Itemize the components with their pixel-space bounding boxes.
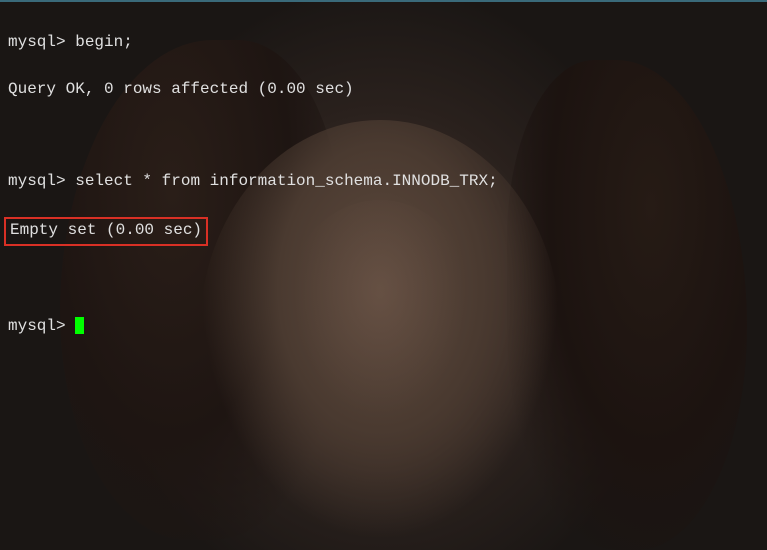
- terminal-line-2: Query OK, 0 rows affected (0.00 sec): [8, 78, 759, 101]
- terminal-line-3: mysql> select * from information_schema.…: [8, 170, 759, 193]
- terminal-line-4: Empty set (0.00 sec): [8, 217, 759, 246]
- terminal-cursor[interactable]: [75, 317, 84, 334]
- sql-command: select * from information_schema.INNODB_…: [75, 172, 497, 190]
- mysql-prompt: mysql>: [8, 172, 66, 190]
- terminal-blank-1: [8, 124, 759, 147]
- mysql-prompt: mysql>: [8, 317, 66, 335]
- terminal-output-area[interactable]: mysql> begin; Query OK, 0 rows affected …: [0, 0, 767, 370]
- terminal-blank-2: [8, 269, 759, 292]
- sql-command: begin;: [75, 33, 133, 51]
- terminal-line-1: mysql> begin;: [8, 31, 759, 54]
- output-text: Empty set (0.00 sec): [10, 221, 202, 239]
- mysql-prompt: mysql>: [8, 33, 66, 51]
- terminal-line-5: mysql>: [8, 315, 759, 338]
- window-top-border: [0, 0, 767, 2]
- highlighted-output: Empty set (0.00 sec): [4, 217, 208, 246]
